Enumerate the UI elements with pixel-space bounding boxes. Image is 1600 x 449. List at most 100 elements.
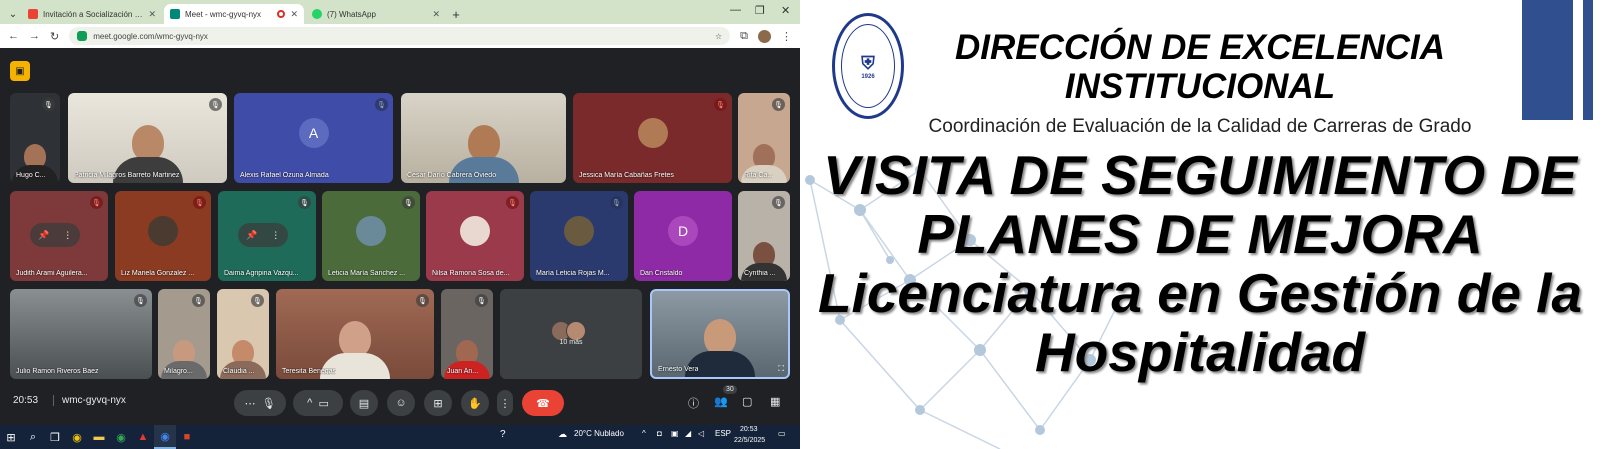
participant-name: Hugo C... <box>16 172 46 179</box>
task-view-icon[interactable]: ❒ <box>44 425 66 449</box>
close-window-icon[interactable]: ✕ <box>781 4 790 17</box>
tab-title: (7) WhatsApp <box>327 9 376 19</box>
extensions-icon[interactable]: ⧉ <box>740 30 748 43</box>
taskbar-time[interactable]: 20:53 <box>740 426 758 433</box>
bookmark-star-icon[interactable]: ☆ <box>715 32 722 41</box>
more-options-button[interactable]: ⋮ <box>497 390 513 416</box>
mic-off-icon: 🎙 <box>42 98 55 111</box>
language-indicator[interactable]: ESP <box>715 429 731 438</box>
site-info-icon[interactable] <box>77 31 88 41</box>
gmail-icon <box>28 9 38 19</box>
participant-tile[interactable]: 🎙 Hugo C... <box>10 93 60 183</box>
chrome-icon[interactable]: ◉ <box>66 425 88 449</box>
close-icon[interactable]: ✕ <box>432 9 440 20</box>
taskbar-date[interactable]: 22/5/2025 <box>734 437 765 444</box>
back-icon[interactable]: ← <box>8 30 19 42</box>
people-icon[interactable]: 👥 <box>714 395 728 408</box>
present-button[interactable]: ⊞ <box>424 390 452 416</box>
omnibox[interactable]: meet.google.com/wmc-gyvq-nyx ☆ <box>69 27 731 45</box>
participant-tile[interactable]: 🎙 Teresita Benegas <box>276 289 434 379</box>
camera-off-notice-icon[interactable]: ▣ <box>10 61 30 81</box>
raise-hand-button[interactable]: ✋ <box>461 390 489 416</box>
tab-gmail[interactable]: Invitación a Socialización de Av ✕ <box>22 4 162 24</box>
tray-chevron-icon[interactable]: ^ <box>642 429 646 438</box>
participant-tile[interactable]: 🎙 Julio Ramon Riveros Baez <box>10 289 152 379</box>
pin-icon[interactable]: 📌 <box>38 230 49 241</box>
slide-heading-line3: Licenciatura en Gestión de la <box>817 262 1583 324</box>
help-icon[interactable]: ? <box>500 429 506 440</box>
participant-name: María Leticia Rojas M... <box>536 270 610 277</box>
mic-off-icon: 🎙 <box>610 196 623 209</box>
mic-button[interactable]: ⋯ 🎙 <box>234 390 286 416</box>
notifications-icon[interactable]: ▭ <box>778 429 786 438</box>
powerpoint-icon[interactable]: ■ <box>176 425 198 449</box>
tab-search-icon[interactable]: ⌄ <box>4 4 22 24</box>
participant-tile-active-speaker[interactable]: Ernesto Vera ⛶ <box>650 289 790 379</box>
reactions-button[interactable]: ☺ <box>387 390 415 416</box>
participant-tile[interactable]: 🎙 Juan An... <box>441 289 493 379</box>
participant-name: Leticia María Sanchez ... <box>328 270 406 277</box>
participant-tile[interactable]: A 🎙 Alexis Rafael Ozuna Almada <box>234 93 393 183</box>
activities-icon[interactable]: ▦ <box>770 395 780 408</box>
close-icon[interactable]: ✕ <box>148 9 156 20</box>
more-audio-icon[interactable]: ⋯ <box>244 397 255 410</box>
start-icon[interactable]: ⊞ <box>0 425 22 449</box>
participant-tile[interactable]: 🎙 Jessica María Cabañas Fretes <box>573 93 732 183</box>
captions-button[interactable]: ▤ <box>350 390 378 416</box>
participant-tile[interactable]: 🎙 Claudia ... <box>217 289 269 379</box>
close-icon[interactable]: ✕ <box>290 9 298 20</box>
search-icon[interactable]: ⌕ <box>22 425 44 449</box>
participant-name: Cynthia ... <box>744 270 776 277</box>
network-icon[interactable]: ◢ <box>685 429 691 438</box>
participant-tile[interactable]: 🎙 Leticia María Sanchez ... <box>322 191 420 281</box>
leave-call-button[interactable]: ☎ <box>522 390 564 416</box>
info-icon[interactable]: ⓘ <box>688 395 699 411</box>
slide-heading-line1: VISITA DE SEGUIMIENTO DE <box>823 144 1577 206</box>
people-count-badge: 30 <box>723 385 737 394</box>
chevron-up-icon[interactable]: ^ <box>307 397 312 409</box>
participant-tile[interactable]: 🎙 Patricia Milagros Barreto Martinez <box>68 93 227 183</box>
profile-avatar[interactable] <box>758 29 771 43</box>
new-tab-button[interactable]: + <box>448 4 464 24</box>
restore-icon[interactable]: ❐ <box>755 4 765 17</box>
participant-tile[interactable]: 🎙 Rita Ca... <box>738 93 790 183</box>
participant-tile[interactable]: 🎙 Nilsa Ramona Sosa de... <box>426 191 524 281</box>
camera-button[interactable]: ^ ▭ <box>293 390 343 416</box>
forward-icon[interactable]: → <box>29 30 40 42</box>
participant-tile[interactable]: 🎙 Cynthia ... <box>738 191 790 281</box>
more-participants-tile[interactable]: 10 más <box>500 289 642 379</box>
participant-tile[interactable]: 🎙 María Leticia Rojas M... <box>530 191 628 281</box>
tab-whatsapp[interactable]: (7) WhatsApp ✕ <box>306 4 446 24</box>
more-options-icon[interactable]: ⋮ <box>271 230 280 241</box>
mic-off-icon: 🎙 <box>714 98 727 111</box>
reload-icon[interactable]: ↻ <box>50 30 59 43</box>
pin-icon[interactable]: 📌 <box>246 230 257 241</box>
camera-tray-icon[interactable]: ▣ <box>671 429 679 438</box>
fullscreen-icon[interactable]: ⛶ <box>778 364 784 374</box>
mic-off-icon: 🎙 <box>772 196 785 209</box>
tab-meet[interactable]: Meet - wmc-gyvq-nyx ✕ <box>164 4 304 24</box>
acrobat-icon[interactable]: ▲ <box>132 425 154 449</box>
microphone-icon: 🎙 <box>261 397 276 410</box>
windows-taskbar: ⊞ ⌕ ❒ ◉ ▬ ◉ ▲ ◉ ■ ? ☁ 20°C Nublado ^ ◘ ▣… <box>0 425 800 449</box>
participant-tile[interactable]: 🎙 Milagro... <box>158 289 210 379</box>
participant-tile[interactable]: Cesar Darío Cabrera Oviedo <box>401 93 566 183</box>
participant-tile[interactable]: D Dan Cristaldo <box>634 191 732 281</box>
minimize-icon[interactable]: — <box>730 4 741 16</box>
mic-off-icon: 🎙 <box>402 196 415 209</box>
meet-tray-icon[interactable]: ◘ <box>657 429 662 438</box>
participant-tile[interactable]: 📌 ⋮ 🎙 Daima Agripina Vazqu... <box>218 191 316 281</box>
weather-text[interactable]: 20°C Nublado <box>574 429 624 438</box>
chrome-icon[interactable]: ◉ <box>110 425 132 449</box>
participant-tile[interactable]: 📌 ⋮ 🎙 Judith Arami Aguilera... <box>10 191 108 281</box>
participant-name: Juan An... <box>447 368 479 375</box>
menu-kebab-icon[interactable]: ⋮ <box>781 30 792 43</box>
participant-name: Teresita Benegas <box>282 368 337 375</box>
volume-icon[interactable]: ◁ <box>698 429 704 438</box>
chat-icon[interactable]: ▢ <box>742 395 752 408</box>
chrome-icon[interactable]: ◉ <box>154 425 176 449</box>
more-options-icon[interactable]: ⋮ <box>63 230 72 241</box>
mic-off-icon: 🎙 <box>90 196 103 209</box>
file-explorer-icon[interactable]: ▬ <box>88 425 110 449</box>
participant-tile[interactable]: 🎙 Liz Mariela Gonzalez ... <box>115 191 211 281</box>
